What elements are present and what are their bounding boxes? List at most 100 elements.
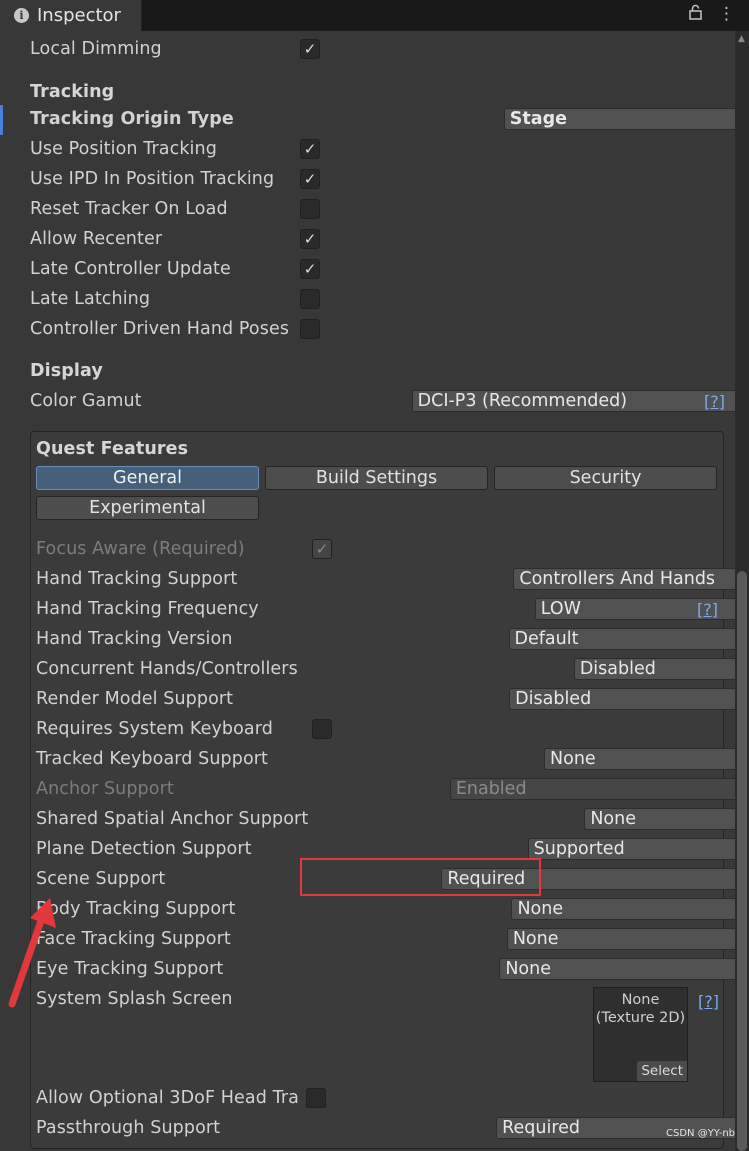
render-model-label: Render Model Support bbox=[36, 689, 234, 709]
tracked-keyboard-row: Tracked Keyboard Support None ▼ bbox=[36, 744, 735, 774]
local-dimming-label: Local Dimming bbox=[30, 39, 162, 59]
concurrent-hands-row: Concurrent Hands/Controllers Disabled ▼ bbox=[36, 654, 735, 684]
passthrough-label: Passthrough Support bbox=[36, 1118, 221, 1138]
allow-3dof-label: Allow Optional 3DoF Head Tra bbox=[36, 1088, 299, 1108]
color-gamut-dropdown[interactable]: DCI-P3 (Recommended) ▼ bbox=[411, 390, 735, 412]
reset-tracker-row: Reset Tracker On Load bbox=[30, 194, 730, 224]
quest-features-panel: Quest Features General Build Settings Se… bbox=[30, 431, 735, 1149]
scrollbar-thumb[interactable] bbox=[737, 571, 747, 1151]
color-gamut-value: DCI-P3 (Recommended) bbox=[417, 391, 628, 411]
more-icon[interactable]: ⋮ bbox=[718, 4, 735, 25]
allow-recenter-row: Allow Recenter ✓ bbox=[30, 224, 730, 254]
reset-tracker-checkbox[interactable] bbox=[300, 199, 320, 219]
inspector-content: Local Dimming ✓ Tracking Tracking Origin… bbox=[0, 31, 735, 1151]
allow-3dof-row: Allow Optional 3DoF Head Tra bbox=[36, 1083, 722, 1113]
face-tracking-dropdown[interactable]: None ▼ bbox=[506, 928, 735, 950]
system-keyboard-row: Requires System Keyboard bbox=[36, 714, 722, 744]
controller-hand-poses-label: Controller Driven Hand Poses bbox=[30, 319, 290, 339]
body-tracking-row: Body Tracking Support None ▼ bbox=[36, 894, 735, 924]
tracking-origin-label: Tracking Origin Type bbox=[30, 109, 234, 129]
red-arrow-annotation bbox=[8, 898, 56, 1008]
use-position-tracking-checkbox[interactable]: ✓ bbox=[300, 139, 320, 159]
use-position-tracking-row: Use Position Tracking ✓ bbox=[30, 134, 730, 164]
color-gamut-label: Color Gamut bbox=[30, 391, 142, 411]
color-gamut-help-link[interactable]: [?] bbox=[704, 392, 725, 411]
use-ipd-checkbox[interactable]: ✓ bbox=[300, 169, 320, 189]
splash-texture-field[interactable]: None (Texture 2D) Select bbox=[593, 987, 688, 1082]
use-ipd-label: Use IPD In Position Tracking bbox=[30, 169, 275, 189]
splash-help-link[interactable]: [?] bbox=[698, 992, 719, 1011]
hand-tracking-frequency-row: Hand Tracking Frequency LOW ▼ [?] bbox=[36, 594, 735, 624]
tracking-origin-dropdown[interactable]: Stage ▼ bbox=[503, 108, 735, 130]
concurrent-hands-value: Disabled bbox=[579, 659, 656, 679]
selection-indicator bbox=[0, 105, 3, 135]
vertical-scrollbar[interactable]: ▲ bbox=[735, 31, 749, 1151]
concurrent-hands-dropdown[interactable]: Disabled ▼ bbox=[573, 658, 735, 680]
body-tracking-dropdown[interactable]: None ▼ bbox=[511, 898, 735, 920]
system-keyboard-checkbox[interactable] bbox=[312, 719, 332, 739]
focus-aware-label: Focus Aware (Required) bbox=[36, 539, 245, 559]
splash-select-button[interactable]: Select bbox=[637, 1061, 687, 1081]
hand-tracking-version-label: Hand Tracking Version bbox=[36, 629, 233, 649]
anchor-support-row: Anchor Support Enabled ▼ bbox=[36, 774, 735, 804]
hand-tracking-frequency-help-link[interactable]: [?] bbox=[697, 600, 718, 619]
tab-bar: i Inspector ⋮ bbox=[0, 0, 749, 31]
hand-tracking-support-value: Controllers And Hands bbox=[519, 569, 716, 589]
tracked-keyboard-label: Tracked Keyboard Support bbox=[36, 749, 269, 769]
reset-tracker-label: Reset Tracker On Load bbox=[30, 199, 228, 219]
lock-icon[interactable] bbox=[689, 4, 702, 25]
hand-tracking-support-dropdown[interactable]: Controllers And Hands ▼ bbox=[513, 568, 735, 590]
info-icon: i bbox=[14, 8, 29, 23]
face-tracking-row: Face Tracking Support None ▼ bbox=[36, 924, 735, 954]
tab-general[interactable]: General bbox=[36, 466, 259, 490]
passthrough-row: Passthrough Support Required ▼ bbox=[36, 1113, 735, 1143]
eye-tracking-dropdown[interactable]: None ▼ bbox=[499, 958, 735, 980]
render-model-value: Disabled bbox=[515, 689, 592, 709]
render-model-dropdown[interactable]: Disabled ▼ bbox=[509, 688, 735, 710]
tracking-heading-row: Tracking bbox=[30, 77, 730, 107]
quest-features-heading: Quest Features bbox=[36, 439, 189, 459]
hand-tracking-frequency-label: Hand Tracking Frequency bbox=[36, 599, 259, 619]
late-controller-checkbox[interactable]: ✓ bbox=[300, 259, 320, 279]
allow-3dof-checkbox[interactable] bbox=[306, 1088, 326, 1108]
shared-anchor-label: Shared Spatial Anchor Support bbox=[36, 809, 309, 829]
focus-aware-checkbox: ✓ bbox=[312, 539, 332, 559]
splash-texture-none: None bbox=[621, 992, 660, 1008]
late-controller-label: Late Controller Update bbox=[30, 259, 231, 279]
use-position-tracking-label: Use Position Tracking bbox=[30, 139, 217, 159]
tracking-origin-value: Stage bbox=[509, 109, 567, 129]
plane-detection-label: Plane Detection Support bbox=[36, 839, 252, 859]
scene-support-label: Scene Support bbox=[36, 869, 166, 889]
tab-build-settings[interactable]: Build Settings bbox=[265, 466, 488, 490]
late-latching-label: Late Latching bbox=[30, 289, 151, 309]
tracked-keyboard-value: None bbox=[550, 749, 596, 769]
anchor-support-label: Anchor Support bbox=[36, 779, 174, 799]
passthrough-value: Required bbox=[502, 1118, 581, 1138]
body-tracking-value: None bbox=[517, 899, 564, 919]
local-dimming-checkbox[interactable]: ✓ bbox=[300, 39, 320, 59]
tracking-origin-row: Tracking Origin Type Stage ▼ bbox=[30, 104, 735, 134]
scroll-up-icon[interactable]: ▲ bbox=[738, 34, 745, 44]
focus-aware-row: Focus Aware (Required) ✓ bbox=[36, 534, 722, 564]
display-heading-row: Display bbox=[30, 356, 730, 386]
late-controller-row: Late Controller Update ✓ bbox=[30, 254, 730, 284]
tracked-keyboard-dropdown[interactable]: None ▼ bbox=[544, 748, 735, 770]
hand-tracking-version-row: Hand Tracking Version Default ▼ bbox=[36, 624, 735, 654]
tab-inspector[interactable]: i Inspector bbox=[0, 0, 142, 31]
plane-detection-dropdown[interactable]: Supported ▼ bbox=[527, 838, 735, 860]
plane-detection-value: Supported bbox=[533, 839, 625, 859]
hand-tracking-support-row: Hand Tracking Support Controllers And Ha… bbox=[36, 564, 735, 594]
controller-hand-poses-checkbox[interactable] bbox=[300, 319, 320, 339]
late-latching-checkbox[interactable] bbox=[300, 289, 320, 309]
tracking-heading: Tracking bbox=[30, 82, 115, 102]
tab-security[interactable]: Security bbox=[494, 466, 717, 490]
shared-anchor-value: None bbox=[590, 809, 636, 829]
allow-recenter-checkbox[interactable]: ✓ bbox=[300, 229, 320, 249]
shared-anchor-dropdown[interactable]: None ▼ bbox=[584, 808, 735, 830]
hand-tracking-support-label: Hand Tracking Support bbox=[36, 569, 238, 589]
eye-tracking-value: None bbox=[505, 959, 551, 979]
hand-tracking-version-value: Default bbox=[514, 629, 579, 649]
hand-tracking-version-dropdown[interactable]: Default ▼ bbox=[508, 628, 735, 650]
tab-experimental[interactable]: Experimental bbox=[36, 496, 259, 520]
concurrent-hands-label: Concurrent Hands/Controllers bbox=[36, 659, 298, 679]
